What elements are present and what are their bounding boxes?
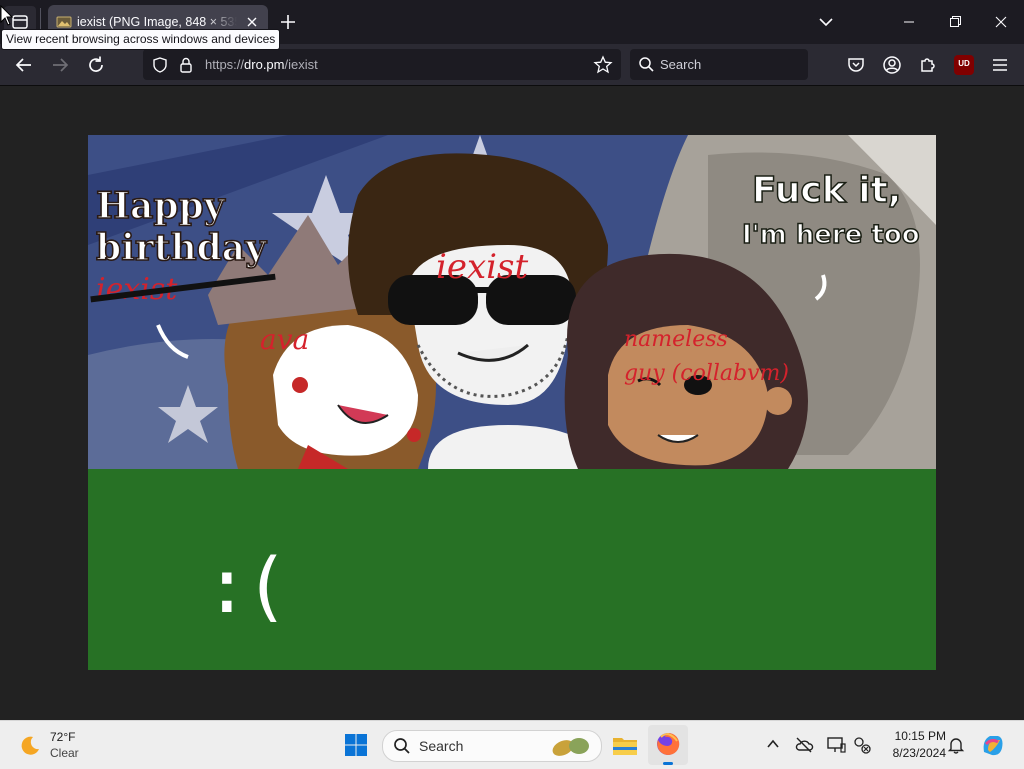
url-host: dro.pm bbox=[244, 57, 285, 72]
navigation-toolbar: https://dro.pm/iexist Search UD bbox=[0, 44, 1024, 86]
search-icon bbox=[394, 738, 410, 754]
shield-icon[interactable] bbox=[151, 56, 169, 74]
chevron-down-icon bbox=[819, 18, 833, 27]
window-close-button[interactable] bbox=[990, 12, 1012, 32]
tab-strip: iexist (PNG Image, 848 × 535 pixels) Vie… bbox=[0, 0, 1024, 50]
list-all-tabs-button[interactable] bbox=[816, 12, 836, 32]
bookmark-star-icon[interactable] bbox=[593, 55, 613, 75]
url-path: /iexist bbox=[284, 57, 318, 72]
ublock-badge: UD bbox=[958, 59, 970, 68]
file-explorer-icon[interactable] bbox=[610, 730, 640, 760]
art-label-ava: ava bbox=[260, 323, 310, 356]
account-icon bbox=[883, 56, 901, 74]
content-viewport: Happy birthday iexist Fuck it, I'm here … bbox=[0, 86, 1024, 720]
menu-button[interactable] bbox=[988, 53, 1012, 77]
clock-time: 10:15 PM bbox=[894, 729, 946, 743]
tooltip: View recent browsing across windows and … bbox=[1, 29, 281, 50]
chevron-up-icon[interactable] bbox=[764, 735, 782, 753]
arrow-right-icon bbox=[53, 58, 69, 72]
art-caption-happy-birthday: Happy birthday iexist bbox=[95, 184, 267, 311]
clock-date: 8/23/2024 bbox=[892, 746, 946, 760]
copilot-icon[interactable] bbox=[978, 730, 1008, 760]
back-button[interactable] bbox=[12, 53, 36, 77]
windows-logo-icon bbox=[345, 734, 367, 756]
search-input[interactable]: Search bbox=[660, 57, 701, 72]
sad-face-text: :( bbox=[204, 541, 289, 630]
ublock-origin-button[interactable]: UD bbox=[954, 55, 974, 75]
new-tab-button[interactable] bbox=[278, 12, 298, 32]
arrow-left-icon bbox=[15, 58, 31, 72]
taskbar-firefox-button[interactable] bbox=[648, 725, 688, 765]
forward-button[interactable] bbox=[48, 53, 72, 77]
restore-button[interactable] bbox=[944, 12, 966, 32]
firefox-icon bbox=[657, 732, 680, 755]
image-file-icon bbox=[56, 16, 72, 28]
windows-taskbar: 72°F Clear Search 10:15 PM 8/23/2024 bbox=[0, 720, 1024, 769]
art-label-iexist: iexist bbox=[436, 247, 529, 287]
onedrive-offline-icon[interactable] bbox=[794, 735, 814, 755]
pocket-button[interactable] bbox=[844, 53, 868, 77]
network-disconnected-icon[interactable] bbox=[852, 735, 872, 755]
art-caption-line: I'm here too bbox=[741, 219, 920, 251]
search-highlight-icon bbox=[552, 738, 589, 756]
art-label-line: guy (collabvm) bbox=[624, 361, 789, 386]
plus-icon bbox=[281, 15, 295, 29]
url-text[interactable]: https://dro.pm/iexist bbox=[205, 57, 318, 72]
reload-icon bbox=[89, 56, 103, 72]
account-button[interactable] bbox=[880, 53, 904, 77]
weather-temperature: 72°F bbox=[50, 730, 76, 744]
extensions-button[interactable] bbox=[916, 53, 940, 77]
art-caption-line: Fuck it, bbox=[751, 169, 902, 212]
search-bar[interactable]: Search bbox=[630, 49, 808, 80]
search-icon bbox=[639, 57, 654, 72]
moon-icon bbox=[21, 736, 39, 755]
display-icon[interactable] bbox=[826, 735, 846, 755]
reload-button[interactable] bbox=[84, 53, 108, 77]
close-icon[interactable] bbox=[244, 14, 260, 30]
pocket-icon bbox=[848, 58, 864, 72]
mouse-cursor-icon bbox=[0, 5, 14, 26]
running-indicator bbox=[663, 762, 673, 765]
notification-bell-icon[interactable] bbox=[946, 735, 966, 755]
url-scheme: https:// bbox=[205, 57, 245, 72]
png-image[interactable]: Happy birthday iexist Fuck it, I'm here … bbox=[88, 135, 936, 670]
puzzle-piece-icon bbox=[921, 58, 935, 72]
weather-condition: Clear bbox=[50, 746, 79, 760]
art-caption-line: Happy bbox=[95, 184, 225, 228]
close-icon bbox=[995, 16, 1007, 28]
weather-widget[interactable]: 72°F Clear bbox=[14, 728, 104, 762]
lock-icon[interactable] bbox=[177, 56, 195, 74]
minimize-button[interactable] bbox=[898, 12, 920, 32]
start-button[interactable] bbox=[344, 733, 368, 757]
art-label-line: nameless bbox=[624, 327, 728, 352]
art-caption-line: birthday bbox=[95, 226, 267, 270]
art-label-nameless-guy: nameless guy (collabvm) bbox=[624, 323, 789, 391]
taskbar-search-box[interactable]: Search bbox=[382, 730, 602, 762]
hamburger-menu-icon bbox=[993, 59, 1007, 71]
art-caption-struck-name: iexist bbox=[96, 269, 266, 311]
system-clock[interactable]: 10:15 PM 8/23/2024 bbox=[884, 728, 946, 762]
address-bar[interactable]: https://dro.pm/iexist bbox=[143, 49, 621, 80]
restore-icon bbox=[950, 16, 961, 27]
art-caption-speech: Fuck it, I'm here too bbox=[741, 169, 920, 257]
taskbar-search-label: Search bbox=[419, 738, 464, 754]
